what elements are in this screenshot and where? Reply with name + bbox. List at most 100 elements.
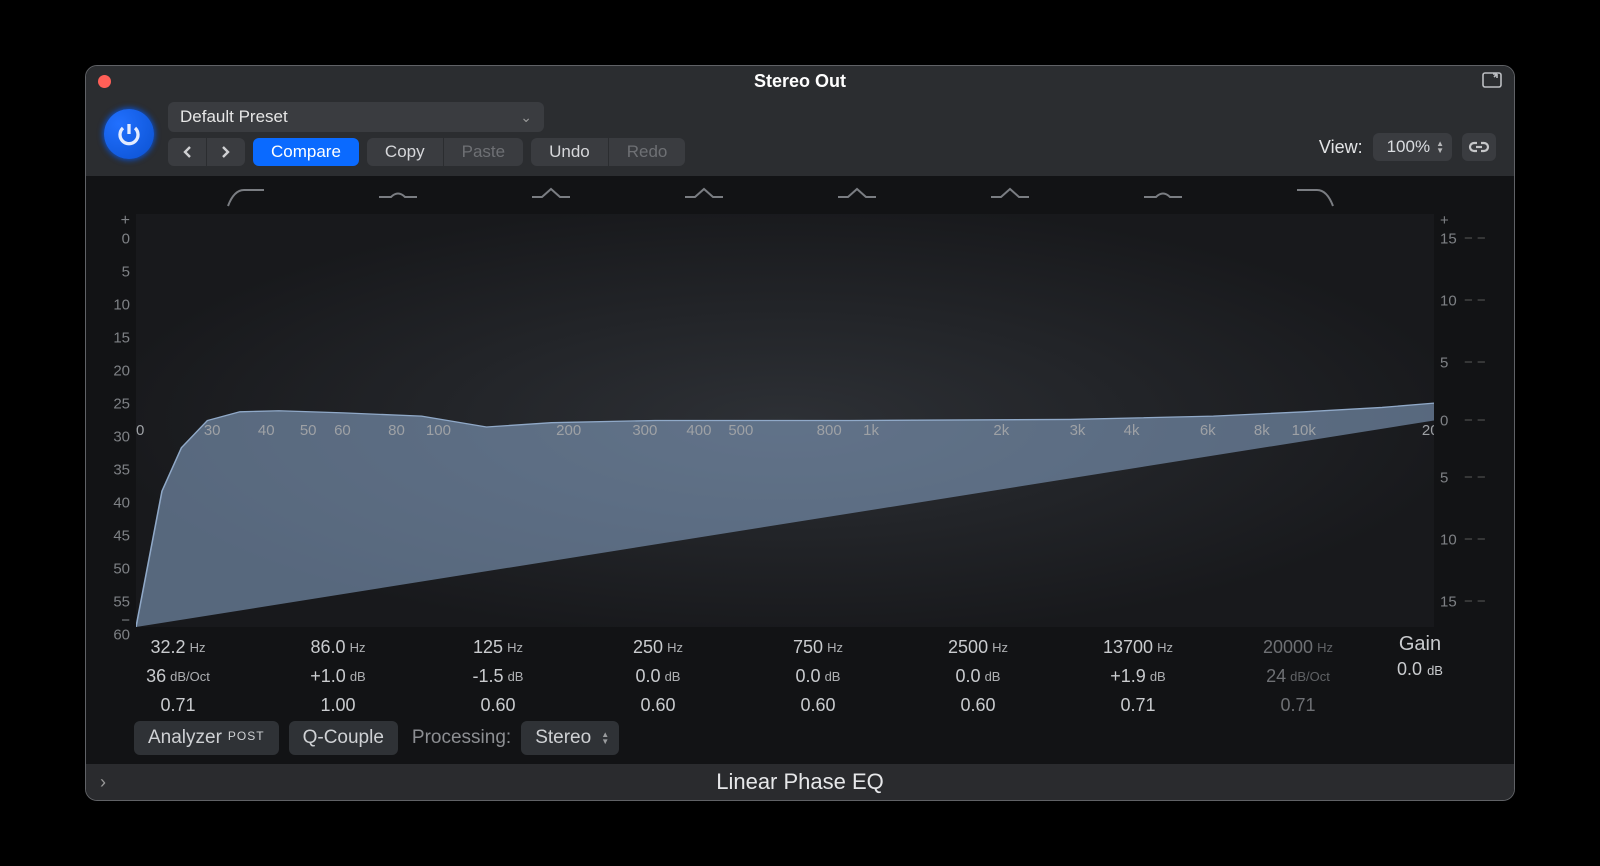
band-q[interactable]: 0.60 [578,691,738,720]
power-button[interactable] [104,109,154,159]
band-column: 125Hz-1.5dB0.60 [418,633,578,720]
stepper-icon: ▲▼ [1436,140,1444,154]
band-type-icon[interactable] [780,180,933,214]
x-tick: 2k [993,422,1009,439]
band-icons-row [98,180,1502,214]
analyzer-button[interactable]: Analyzer POST [134,721,279,755]
band-gain[interactable]: +1.0dB [258,662,418,691]
tick-dash: − − [1464,292,1486,309]
next-button[interactable] [207,138,245,166]
band-q[interactable]: 0.60 [898,691,1058,720]
y-tick-left: 60 [113,627,130,644]
band-type-icon[interactable] [627,180,780,214]
band-gain[interactable]: 0.0dB [578,662,738,691]
x-tick: 1k [863,422,879,439]
band-type-icon[interactable] [933,180,1086,214]
copy-button[interactable]: Copy [367,138,443,166]
band-column: 32.2Hz36dB/Oct0.71 [98,633,258,720]
x-tick: 400 [686,422,711,439]
band-freq[interactable]: 2500Hz [898,633,1058,662]
band-q[interactable]: 1.00 [258,691,418,720]
band-gain[interactable]: 0.0dB [738,662,898,691]
qcouple-button[interactable]: Q-Couple [289,721,398,755]
band-type-icon[interactable] [1086,180,1239,214]
close-button[interactable] [98,75,111,88]
processing-selector[interactable]: Stereo ▲▼ [521,721,619,755]
gain-value[interactable]: 0.0 dB [1378,659,1462,680]
y-tick-left: 20 [113,362,130,379]
band-freq[interactable]: 750Hz [738,633,898,662]
band-column: 2500Hz0.0dB0.60 [898,633,1058,720]
undo-button[interactable]: Undo [531,138,608,166]
y-tick-right: 5 [1440,470,1448,487]
master-gain-column: Gain0.0 dB [1378,633,1462,720]
band-type-icon[interactable] [321,180,474,214]
y-axis-right: + 15− −10− −5− −0− −5− −10− −15− − [1434,214,1502,627]
band-gain[interactable]: 0.0dB [898,662,1058,691]
y-tick-left: 15 [113,329,130,346]
expand-chevron-icon[interactable]: › [100,772,106,793]
y-tick-right: 10 [1440,532,1457,549]
expand-button[interactable] [1482,72,1502,88]
x-tick: 3k [1070,422,1086,439]
preset-label: Default Preset [180,107,288,127]
y-tick-right: 5 [1440,354,1448,371]
band-q[interactable]: 0.60 [418,691,578,720]
x-tick: 500 [728,422,753,439]
y-tick-left: 0 [122,230,130,247]
qcouple-label: Q-Couple [303,727,384,749]
band-column: 13700Hz+1.9dB0.71 [1058,633,1218,720]
band-gain[interactable]: -1.5dB [418,662,578,691]
band-q[interactable]: 0.60 [738,691,898,720]
eq-area: + − 051015202530354045505560 20304050608… [86,176,1514,764]
band-gain[interactable]: +1.9dB [1058,662,1218,691]
band-type-icon[interactable] [1239,180,1392,214]
band-type-icon[interactable] [168,180,321,214]
paste-button[interactable]: Paste [444,138,523,166]
x-tick: 4k [1124,422,1140,439]
y-tick-left: 55 [113,594,130,611]
band-q[interactable]: 0.71 [1218,691,1378,720]
analyzer-label: Analyzer [148,727,222,749]
y-tick-right: 15 [1440,230,1457,247]
x-axis: 2030405060801002003004005008001k2k3k4k6k… [136,419,1434,443]
compare-button[interactable]: Compare [253,138,359,166]
titlebar: Stereo Out [86,66,1514,96]
band-type-icon[interactable] [474,180,627,214]
band-gain[interactable]: 24dB/Oct [1218,662,1378,691]
band-q[interactable]: 0.71 [98,691,258,720]
y-axis-left: + − 051015202530354045505560 [98,214,136,627]
preset-selector[interactable]: Default Preset ⌄ [168,102,544,132]
zoom-selector[interactable]: 100% ▲▼ [1373,133,1452,161]
zoom-value: 100% [1387,137,1430,157]
tick-dash: − − [1464,412,1486,429]
band-column: 20000Hz24dB/Oct0.71 [1218,633,1378,720]
x-tick: 20k [1422,422,1434,439]
x-tick: 8k [1254,422,1270,439]
analyzer-mode: POST [228,729,265,743]
y-tick-left: 35 [113,462,130,479]
x-tick: 6k [1200,422,1216,439]
band-freq[interactable]: 86.0Hz [258,633,418,662]
x-tick: 50 [300,422,317,439]
y-tick-left: 10 [113,296,130,313]
band-freq[interactable]: 250Hz [578,633,738,662]
link-button[interactable] [1462,133,1496,161]
eq-graph[interactable]: 2030405060801002003004005008001k2k3k4k6k… [136,214,1434,627]
x-tick: 80 [388,422,405,439]
x-tick: 100 [426,422,451,439]
band-q[interactable]: 0.71 [1058,691,1218,720]
band-column: 750Hz0.0dB0.60 [738,633,898,720]
band-freq[interactable]: 13700Hz [1058,633,1218,662]
band-freq[interactable]: 20000Hz [1218,633,1378,662]
processing-value: Stereo [535,727,591,749]
prev-button[interactable] [168,138,206,166]
x-tick: 300 [632,422,657,439]
x-tick: 800 [817,422,842,439]
band-gain[interactable]: 36dB/Oct [98,662,258,691]
band-column: 86.0Hz+1.0dB1.00 [258,633,418,720]
band-freq[interactable]: 125Hz [418,633,578,662]
y-tick-left: 25 [113,395,130,412]
redo-button[interactable]: Redo [609,138,686,166]
view-label: View: [1319,137,1363,158]
